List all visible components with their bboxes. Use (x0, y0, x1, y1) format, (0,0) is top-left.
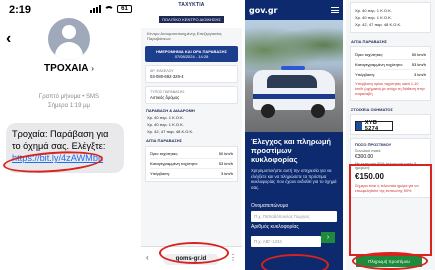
location-label: ΠΑΡΑΒΑΣΗ & ΔΙΑΔΡΟΜΗ (146, 108, 195, 113)
plate-card: ΧΥΒ 5274 (350, 114, 431, 135)
address-card: Χρ. 40 περ. 1 Κ.Ο.Κ. Χρ. 40 περ. 1 Κ.Ο.Κ… (350, 2, 431, 33)
fine-base: €300.00 (355, 154, 374, 160)
address-line: Χρ. 40 περ. 1 Κ.Ο.Κ. (355, 15, 392, 20)
highlight-box-fine (349, 164, 432, 256)
violation-alert: Υπέρβαση ορίου ταχύτητας κατά 1-10 km/h … (355, 82, 425, 96)
banner-date: 07/08/2024 - 14:28 (174, 54, 209, 59)
table-row: Καταγεγραμμένη ταχύτητα: 53 km/h (355, 60, 426, 70)
case-id-label: ΑΡ. ΦΑΚΕΛΟΥ (150, 69, 174, 73)
case-id-card: ΑΡ. ΦΑΚΕΛΟΥ 03-080-692-329-4 (145, 65, 238, 83)
plate-number: ΧΥΒ 5274 (364, 120, 379, 132)
ticket-header-subtitle: ΠΟΛΙΤΙΚΟ ΚΕΝΤΡΟ ΔΙΟΙΚΗΣΗΣ (159, 16, 224, 23)
ticket-header: ΤΑΧΥΚΤΙΑ ΠΟΛΙΤΙΚΟ ΚΕΝΤΡΟ ΔΙΟΙΚΗΣΗΣ (141, 0, 242, 28)
gov-topbar: gov.gr (245, 0, 343, 20)
message-text: Τροχαία: Παράβαση για το όχημά σας. Ελέγ… (12, 129, 109, 151)
page-title: Έλεγχος και πληρωμή προστίμων κυκλοφορία… (251, 137, 331, 164)
address-line: Χρ. 40 περ. 1 Κ.Ο.Κ. (147, 122, 184, 127)
police-car-photo (245, 20, 343, 132)
back-chevron-icon[interactable]: ‹ (6, 30, 11, 48)
battery-icon: 61 (117, 5, 132, 13)
message-type: Γραπτό μήνυμα • SMS (38, 94, 100, 100)
fake-ticket-screen: ΤΑΧΥΚΤΙΑ ΠΟΛΙΤΙΚΟ ΚΕΝΤΡΟ ΔΙΟΙΚΗΣΗΣ Κέντρ… (141, 0, 242, 270)
sender-name[interactable]: ΤΡΟΧΑΙΑ › (0, 63, 138, 74)
browser-menu-icon[interactable]: ⋮ (229, 253, 237, 262)
violation-type-card: ΤΥΠΟΣ ΠΑΡΑΒΑΣΗΣ Αστικός δρόμος (145, 86, 238, 104)
plate-field[interactable]: Π.χ. ΑΒΓ-1234 (251, 236, 321, 247)
license-plate: ΧΥΒ 5274 (355, 120, 393, 132)
violation-type-label: ΤΥΠΟΣ ΠΑΡΑΒΑΣΗΣ (150, 90, 185, 94)
sms-screen: 2:19 61 ‹ ΤΡΟΧΑΙΑ › Γραπτό μήνυμα • SMS … (0, 0, 138, 270)
browser-back-icon[interactable]: ‹ (146, 253, 149, 262)
table-row: Υπέρβαση: 3 km/h (355, 70, 426, 80)
case-id-value: 03-080-692-329-4 (150, 74, 184, 79)
sender-chevron-icon: › (91, 64, 94, 73)
status-time: 2:19 (9, 4, 32, 16)
details-label: ΑΙΤΙΑ ΠΑΡΑΒΑΣΗΣ (351, 39, 388, 44)
fine-small-label: Συνολικό ποσό: (355, 149, 382, 153)
plate-field-label: Αριθμός κυκλοφορίας (251, 224, 299, 230)
violation-datetime-banner: ΗΜΕΡΟΜΗΝΙΑ ΚΑΙ ΩΡΑ ΠΑΡΑΒΑΣΗΣ 07/08/2024 … (145, 46, 238, 62)
speed-table: Όριο ταχύτητας: 50 km/h Καταγεγραμμένη τα… (350, 46, 431, 101)
gov-phishing-screen: gov.gr Έλεγχος και πληρωμή προστίμων κυκ… (245, 0, 343, 270)
highlight-ring-url (159, 242, 229, 264)
table-row: Υπέρβαση: 3 km/h (150, 169, 233, 179)
status-bar: 2:19 61 (0, 0, 138, 20)
table-row: Καταγεγραμμένη ταχύτητα: 53 km/h (150, 159, 233, 169)
speed-table: Όριο ταχύτητας: 50 km/h Καταγεγραμμένη τα… (145, 146, 238, 182)
address-line: Χρ. 40 περ. 1 Κ.Ο.Κ. (355, 8, 392, 13)
table-row: Όριο ταχύτητας: 50 km/h (355, 50, 426, 60)
sender-avatar[interactable] (48, 18, 90, 60)
gov-logo[interactable]: gov.gr (249, 6, 278, 15)
service-intro: Έλεγχος και πληρωμή προστίμων κυκλοφορία… (245, 132, 343, 198)
highlight-ring-pay (352, 252, 428, 270)
search-icon[interactable]: › (321, 232, 335, 243)
details-label: ΑΙΤΙΑ ΠΑΡΑΒΑΣΗΣ (146, 138, 183, 143)
violation-type-value: Αστικός δρόμος (150, 95, 180, 100)
ticket-header-title: ΤΑΧΥΚΤΙΑ (178, 2, 205, 8)
message-timestamp: Σήμερα 1:19 μμ (48, 103, 90, 109)
page-description: Χρησιμοποιήστε αυτή την υπηρεσία για να … (251, 168, 337, 190)
wifi-icon (104, 5, 114, 13)
highlight-ring-submit (261, 254, 329, 270)
status-icons: 61 (90, 5, 132, 13)
ticket-intro: Κέντρο Αυτοματοποιημένης Επεξεργασίας Πα… (147, 31, 222, 41)
name-field-label: Ονοματεπώνυμο (251, 203, 289, 209)
plate-label: ΣΤΟΙΧΕΙΑ ΟΧΗΜΑΤΟΣ (351, 107, 393, 112)
table-row: Όριο ταχύτητας: 50 km/h (150, 149, 233, 159)
composite-screenshot: 2:19 61 ‹ ΤΡΟΧΑΙΑ › Γραπτό μήνυμα • SMS … (0, 0, 435, 270)
address-line: Χρ. 40 περ. 1 Κ.Ο.Κ. (147, 115, 184, 120)
signal-icon (90, 5, 101, 13)
name-field[interactable]: Π.χ. Παπαδόπουλος Γιώργος (251, 211, 337, 222)
hamburger-menu-icon[interactable] (331, 7, 339, 13)
address-line: Χρ. 42, 47 παρ. 48 Κ.Ο.Κ. (355, 22, 402, 27)
fine-label: ΠΟΣΟ ΠΡΟΣΤΙΜΟΥ (355, 142, 392, 147)
address-line: Χρ. 42, 47 παρ. 48 Κ.Ο.Κ. (147, 129, 194, 134)
payment-screen: Χρ. 40 περ. 1 Κ.Ο.Κ. Χρ. 40 περ. 1 Κ.Ο.Κ… (346, 0, 435, 270)
